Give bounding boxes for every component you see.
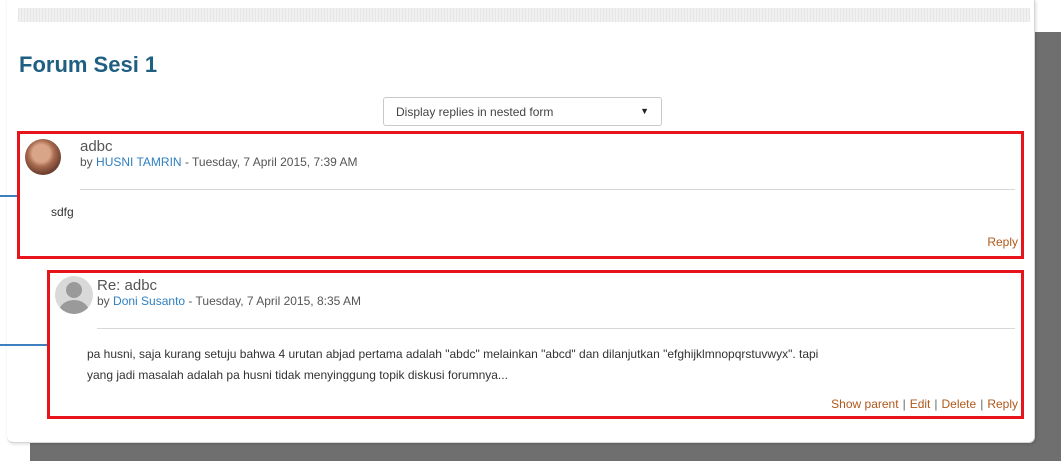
display-mode-value: Display replies in nested form [396, 104, 554, 119]
author-avatar[interactable] [25, 139, 61, 175]
post-message-line: yang jadi masalah adalah pa husni tidak … [87, 368, 508, 382]
post-message: sdfg [51, 205, 74, 219]
header-bar [18, 8, 1030, 22]
post-divider [80, 189, 1015, 190]
forum-post: adbc by HUSNI TAMRIN - Tuesday, 7 April … [17, 131, 1024, 259]
display-mode-select[interactable]: Display replies in nested form ▼ [383, 97, 662, 126]
post-date: - Tuesday, 7 April 2015, 8:35 AM [188, 294, 361, 308]
connector-line-2 [0, 344, 48, 346]
post-date: - Tuesday, 7 April 2015, 7:39 AM [184, 155, 358, 169]
post-commands: Show parent | Edit | Delete | Reply [831, 397, 1018, 411]
by-label: by [97, 294, 110, 308]
post-subject: adbc [80, 138, 113, 155]
post-message-line: pa husni, saja kurang setuju bahwa 4 uru… [87, 347, 819, 361]
author-link[interactable]: HUSNI TAMRIN [96, 155, 182, 169]
reply-link[interactable]: Reply [987, 235, 1018, 249]
post-byline: by Doni Susanto - Tuesday, 7 April 2015,… [97, 294, 361, 308]
delete-link[interactable]: Delete [942, 397, 977, 411]
triangle-down-icon: ▼ [640, 106, 649, 116]
post-subject: Re: adbc [97, 277, 158, 294]
post-message: pa husni, saja kurang setuju bahwa 4 uru… [87, 344, 818, 386]
edit-link[interactable]: Edit [910, 397, 931, 411]
post-divider [97, 328, 1015, 329]
reply-link[interactable]: Reply [987, 397, 1018, 411]
command-separator: | [934, 397, 938, 411]
command-separator: | [902, 397, 906, 411]
command-separator: | [980, 397, 984, 411]
show-parent-link[interactable]: Show parent [831, 397, 898, 411]
page-title: Forum Sesi 1 [19, 52, 158, 77]
user-placeholder-icon[interactable] [55, 276, 93, 314]
connector-line-1 [0, 195, 18, 197]
post-byline: by HUSNI TAMRIN - Tuesday, 7 April 2015,… [80, 155, 357, 169]
forum-post-reply: Re: adbc by Doni Susanto - Tuesday, 7 Ap… [47, 270, 1024, 419]
author-link[interactable]: Doni Susanto [113, 294, 185, 308]
by-label: by [80, 155, 93, 169]
post-commands: Reply [987, 235, 1018, 249]
